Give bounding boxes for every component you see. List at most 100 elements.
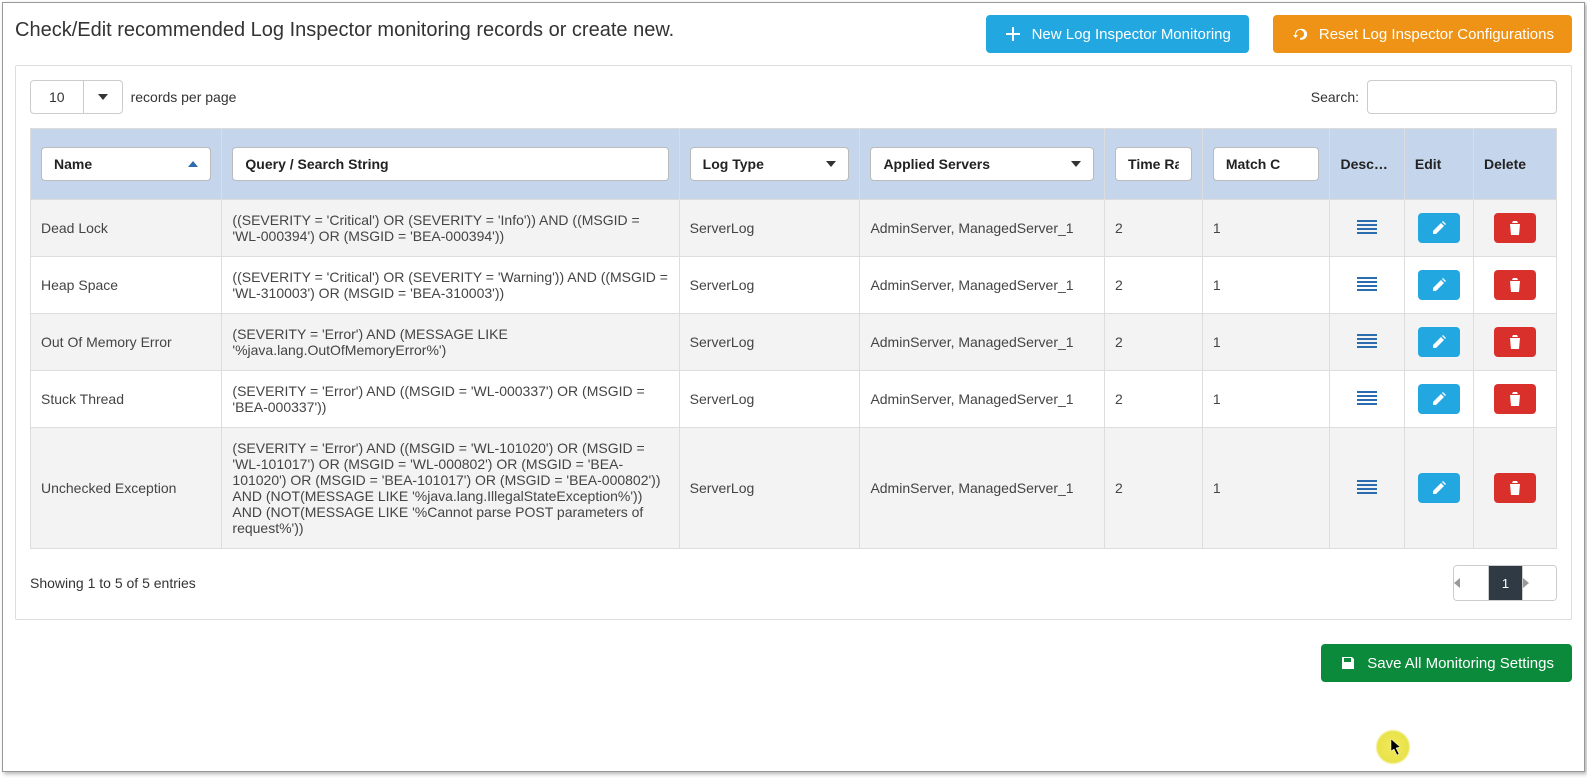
plus-icon [1004, 25, 1022, 43]
cell-logtype: ServerLog [679, 371, 860, 428]
cell-logtype: ServerLog [679, 314, 860, 371]
col-header-servers[interactable]: Applied Servers [860, 129, 1105, 200]
table-row: Out Of Memory Error (SEVERITY = 'Error')… [31, 314, 1557, 371]
cell-desc [1330, 371, 1404, 428]
cell-desc [1330, 314, 1404, 371]
cell-query: ((SEVERITY = 'Critical') OR (SEVERITY = … [222, 257, 679, 314]
table-panel: 10 records per page Search: [15, 65, 1572, 620]
cell-timerange: 2 [1105, 371, 1203, 428]
table-row: Unchecked Exception (SEVERITY = 'Error')… [31, 428, 1557, 549]
description-icon[interactable] [1357, 220, 1377, 234]
page-title: Check/Edit recommended Log Inspector mon… [15, 15, 674, 42]
cell-query: ((SEVERITY = 'Critical') OR (SEVERITY = … [222, 200, 679, 257]
save-all-button[interactable]: Save All Monitoring Settings [1321, 644, 1572, 682]
cell-desc [1330, 200, 1404, 257]
col-query-label: Query / Search String [245, 156, 388, 172]
description-icon[interactable] [1357, 391, 1377, 405]
cell-logtype: ServerLog [679, 428, 860, 549]
reset-configurations-label: Reset Log Inspector Configurations [1319, 26, 1554, 43]
table-row: Stuck Thread (SEVERITY = 'Error') AND ((… [31, 371, 1557, 428]
cell-query: (SEVERITY = 'Error') AND ((MSGID = 'WL-1… [222, 428, 679, 549]
save-icon [1339, 654, 1357, 672]
edit-button[interactable] [1418, 473, 1460, 503]
description-icon[interactable] [1357, 480, 1377, 494]
cell-matchcount: 1 [1202, 257, 1330, 314]
refresh-icon [1291, 25, 1309, 43]
cell-name: Stuck Thread [31, 371, 222, 428]
cell-name: Heap Space [31, 257, 222, 314]
page-size-value: 10 [31, 81, 84, 113]
cell-logtype: ServerLog [679, 257, 860, 314]
chevron-down-icon [1071, 161, 1081, 167]
cursor-highlight [1375, 729, 1411, 765]
new-monitoring-label: New Log Inspector Monitoring [1032, 26, 1231, 43]
delete-button[interactable] [1494, 270, 1536, 300]
pager-prev[interactable] [1454, 566, 1488, 600]
delete-button[interactable] [1494, 213, 1536, 243]
col-header-name[interactable]: Name [31, 129, 222, 200]
col-name-label: Name [54, 156, 92, 172]
col-header-desc: Desc… [1330, 129, 1404, 200]
delete-button[interactable] [1494, 384, 1536, 414]
cell-name: Dead Lock [31, 200, 222, 257]
cell-timerange: 2 [1105, 428, 1203, 549]
table-row: Dead Lock ((SEVERITY = 'Critical') OR (S… [31, 200, 1557, 257]
col-header-delete: Delete [1474, 129, 1557, 200]
col-header-edit: Edit [1404, 129, 1473, 200]
edit-button[interactable] [1418, 270, 1460, 300]
search-label: Search: [1311, 89, 1359, 105]
col-header-logtype[interactable]: Log Type [679, 129, 860, 200]
pager-next[interactable] [1522, 566, 1556, 600]
cell-desc [1330, 257, 1404, 314]
cell-query: (SEVERITY = 'Error') AND (MESSAGE LIKE '… [222, 314, 679, 371]
cell-delete [1474, 428, 1557, 549]
cell-matchcount: 1 [1202, 428, 1330, 549]
reset-configurations-button[interactable]: Reset Log Inspector Configurations [1273, 15, 1572, 53]
cell-name: Out Of Memory Error [31, 314, 222, 371]
delete-button[interactable] [1494, 473, 1536, 503]
cell-timerange: 2 [1105, 200, 1203, 257]
search-input[interactable] [1367, 80, 1557, 114]
cell-servers: AdminServer, ManagedServer_1 [860, 371, 1105, 428]
col-header-timerange[interactable]: Time Ra [1105, 129, 1203, 200]
description-icon[interactable] [1357, 334, 1377, 348]
cell-logtype: ServerLog [679, 200, 860, 257]
col-header-query[interactable]: Query / Search String [222, 129, 679, 200]
entries-info: Showing 1 to 5 of 5 entries [30, 575, 196, 591]
cell-edit [1404, 314, 1473, 371]
cell-delete [1474, 371, 1557, 428]
cell-matchcount: 1 [1202, 200, 1330, 257]
chevron-down-icon [84, 86, 122, 108]
cell-edit [1404, 200, 1473, 257]
col-matchcount-label: Match C [1226, 156, 1280, 172]
cell-timerange: 2 [1105, 257, 1203, 314]
chevron-down-icon [826, 161, 836, 167]
col-timerange-label: Time Ra [1128, 156, 1179, 172]
pager-page-1[interactable]: 1 [1488, 566, 1522, 600]
save-all-label: Save All Monitoring Settings [1367, 655, 1554, 672]
sort-asc-icon [188, 161, 198, 167]
new-monitoring-button[interactable]: New Log Inspector Monitoring [986, 15, 1249, 53]
records-per-page-label: records per page [131, 89, 237, 105]
cell-edit [1404, 428, 1473, 549]
cell-delete [1474, 200, 1557, 257]
page-size-select[interactable]: 10 [30, 80, 123, 114]
cell-edit [1404, 371, 1473, 428]
edit-button[interactable] [1418, 384, 1460, 414]
edit-button[interactable] [1418, 213, 1460, 243]
cell-servers: AdminServer, ManagedServer_1 [860, 314, 1105, 371]
description-icon[interactable] [1357, 277, 1377, 291]
cell-matchcount: 1 [1202, 314, 1330, 371]
col-servers-label: Applied Servers [883, 156, 990, 172]
cell-servers: AdminServer, ManagedServer_1 [860, 200, 1105, 257]
cell-desc [1330, 428, 1404, 549]
cell-servers: AdminServer, ManagedServer_1 [860, 257, 1105, 314]
cell-delete [1474, 257, 1557, 314]
cell-edit [1404, 257, 1473, 314]
table-row: Heap Space ((SEVERITY = 'Critical') OR (… [31, 257, 1557, 314]
cell-matchcount: 1 [1202, 371, 1330, 428]
delete-button[interactable] [1494, 327, 1536, 357]
col-header-matchcount[interactable]: Match C [1202, 129, 1330, 200]
edit-button[interactable] [1418, 327, 1460, 357]
cell-timerange: 2 [1105, 314, 1203, 371]
